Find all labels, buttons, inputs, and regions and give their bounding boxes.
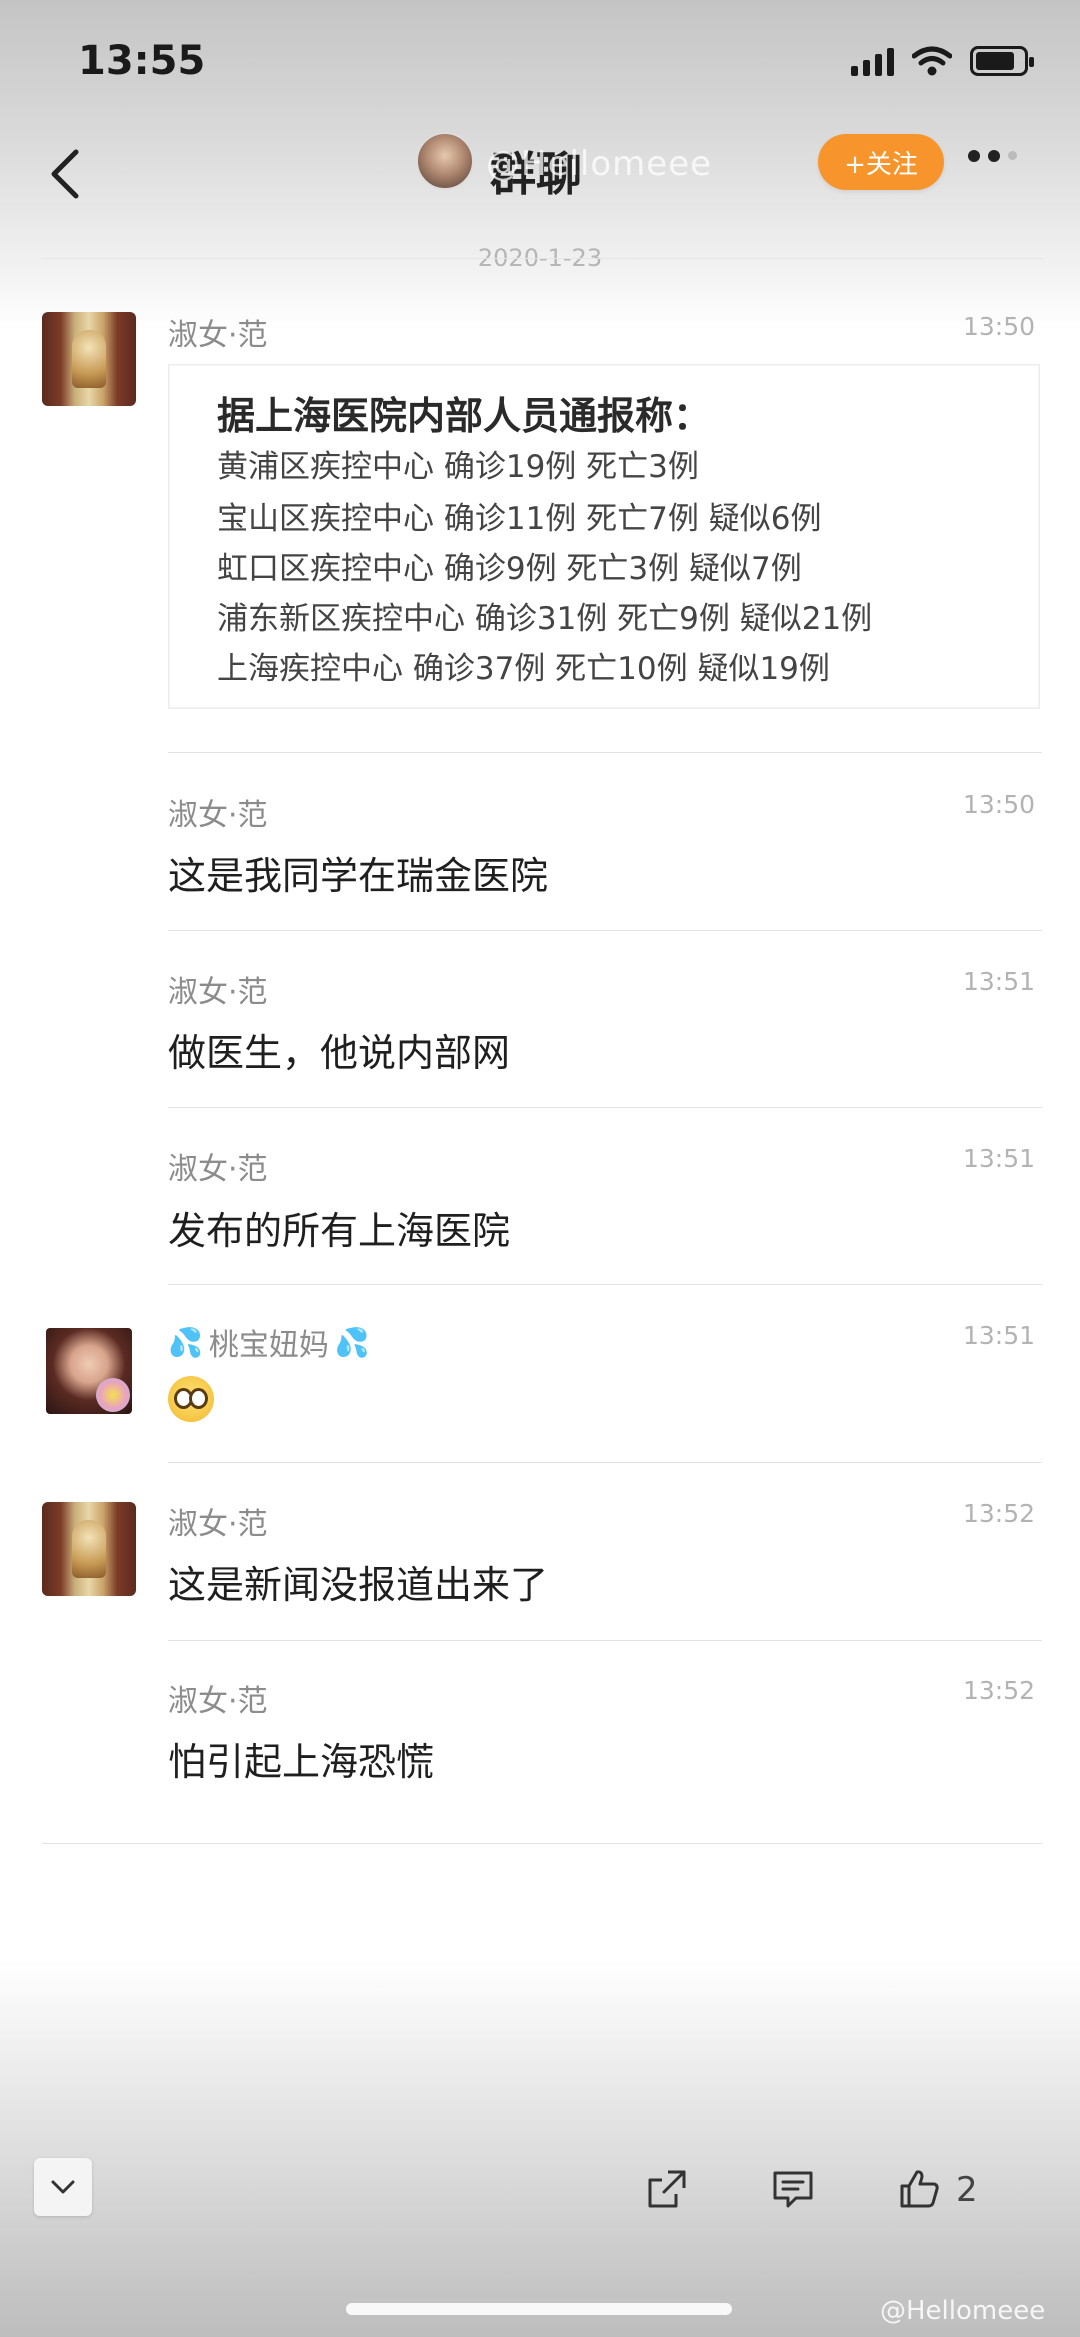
sender-name: 桃宝妞妈 [208,1328,329,1363]
message-time: 13:51 [962,967,1035,996]
sender-name: 淑女·范 [168,975,268,1010]
image-text-row: 浦东新区疾控中心 确诊31例 死亡9例 疑似21例 [217,601,873,637]
avatar[interactable] [46,1328,132,1414]
cellular-signal-icon [851,46,894,76]
chevron-down-icon [51,2180,75,2194]
message-text: 发布的所有上海医院 [168,1209,511,1253]
sweat-drops-emoji-icon: 💦 [168,1325,203,1359]
watermark-text: @Hellomeee [486,144,713,184]
message-time: 13:50 [962,312,1035,341]
more-options-icon[interactable] [968,150,1017,162]
image-text-row: 虹口区疾控中心 确诊9例 死亡3例 疑似7例 [217,551,802,587]
comment-icon[interactable] [772,2168,814,2210]
sender-name: 淑女·范 [168,1507,268,1542]
message-time: 13:52 [962,1499,1035,1528]
sender-name: 淑女·范 [168,798,268,833]
thumbs-up-icon[interactable] [898,2168,940,2210]
message-time: 13:50 [962,790,1035,819]
follow-button[interactable]: +关注 [818,134,944,190]
astonished-face-emoji-icon [168,1376,214,1422]
message-text: 做医生，他说内部网 [168,1031,511,1075]
footer-background [0,1960,1080,2337]
message-text: 怕引起上海恐慌 [168,1740,435,1784]
message-image[interactable]: 据上海医院内部人员通报称： 黄浦区疾控中心 确诊19例 死亡3例 宝山区疾控中心… [168,364,1040,709]
group-avatar[interactable] [416,132,474,190]
message-time: 13:52 [962,1676,1035,1705]
avatar[interactable] [42,1502,136,1596]
message-text: 这是新闻没报道出来了 [168,1563,549,1607]
divider [42,1843,1042,1844]
back-chevron-left-icon[interactable] [46,146,86,202]
divider [168,1284,1042,1285]
sweat-drops-emoji-icon: 💦 [334,1325,370,1359]
sender-name: 淑女·范 [168,318,268,353]
collapse-button[interactable] [34,2158,92,2216]
status-time: 13:55 [78,38,206,84]
message-time: 13:51 [962,1321,1035,1350]
image-heading: 据上海医院内部人员通报称： [217,394,712,438]
sender-name: 淑女·范 [168,1684,268,1719]
share-icon[interactable] [646,2168,688,2210]
image-text-row: 黄浦区疾控中心 确诊19例 死亡3例 [217,449,699,485]
message-time: 13:51 [962,1144,1035,1173]
image-text-row: 宝山区疾控中心 确诊11例 死亡7例 疑似6例 [217,501,822,537]
divider [168,1640,1042,1641]
battery-icon [970,46,1034,76]
like-count: 2 [956,2170,978,2210]
message-text: 这是我同学在瑞金医院 [168,854,549,898]
sender-name-row: 💦 桃宝妞妈 💦 [168,1320,370,1364]
divider [168,752,1042,753]
divider [168,930,1042,931]
home-indicator[interactable] [346,2303,732,2315]
divider [168,1462,1042,1463]
sender-name: 淑女·范 [168,1152,268,1187]
image-text-row: 上海疾控中心 确诊37例 死亡10例 疑似19例 [217,651,830,687]
wifi-icon [912,46,952,76]
avatar[interactable] [42,312,136,406]
divider [42,258,1042,259]
status-icons [851,46,1034,76]
watermark-text: @Hellomeee [880,2296,1046,2326]
divider [168,1107,1042,1108]
